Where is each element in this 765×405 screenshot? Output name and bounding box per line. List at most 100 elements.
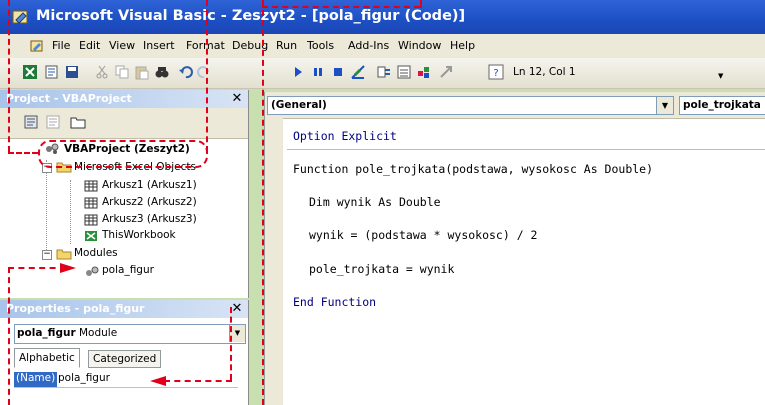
callout-line — [262, 6, 420, 8]
toolbar-options-arrow[interactable]: ▼ — [718, 72, 723, 80]
close-icon[interactable]: ✕ — [230, 92, 244, 106]
paste-icon[interactable] — [134, 64, 150, 80]
callout-arrowhead — [60, 263, 76, 273]
code-window-header: (General) ▼ pole_trojkata — [265, 92, 765, 119]
callout-line — [8, 152, 38, 154]
tree-item-arkusz1[interactable]: Arkusz1 (Arkusz1) — [102, 179, 197, 191]
project-explorer-toolbar — [0, 108, 248, 139]
menu-window[interactable]: Window — [398, 39, 441, 52]
toolbox-icon[interactable] — [438, 64, 454, 80]
code-window: (General) ▼ pole_trojkata Option Explici… — [264, 92, 765, 405]
object-combo[interactable]: (General) — [267, 96, 660, 115]
code-text: Option Explicit — [293, 129, 397, 143]
copy-icon[interactable] — [114, 64, 130, 80]
tree-item-pola-figur[interactable]: pola_figur — [102, 264, 154, 276]
run-icon[interactable] — [290, 64, 306, 80]
standard-toolbar: ? Ln 12, Col 1 ▼ — [0, 58, 765, 89]
folder-icon — [56, 249, 72, 260]
properties-header: Properties - pola_figur ✕ — [0, 300, 248, 318]
vba-app-icon — [12, 10, 28, 24]
callout-line — [164, 380, 232, 382]
callout-arrowhead — [150, 376, 166, 386]
help-icon[interactable]: ? — [488, 64, 504, 80]
excel-icon[interactable] — [22, 64, 38, 80]
menu-add-ins[interactable]: Add-Ins — [348, 39, 389, 52]
project-explorer-title: Project - VBAProject — [6, 92, 132, 105]
vba-menu-icon[interactable] — [30, 39, 44, 53]
callout-line — [420, 0, 422, 8]
menu-run[interactable]: Run — [276, 39, 297, 52]
procedure-combo-value: pole_trojkata — [683, 99, 761, 111]
properties-window-icon[interactable] — [396, 64, 412, 80]
reset-icon[interactable] — [330, 64, 346, 80]
find-icon[interactable] — [154, 64, 170, 80]
view-object-icon[interactable] — [46, 115, 60, 129]
properties-window: Properties - pola_figur ✕ pola_figur Mod… — [0, 300, 249, 405]
close-icon[interactable]: ✕ — [230, 302, 244, 316]
procedure-separator — [287, 149, 765, 150]
object-browser-icon[interactable] — [416, 64, 432, 80]
code-text: pole_trojkata = wynik — [309, 262, 455, 276]
design-mode-icon[interactable] — [350, 64, 366, 80]
project-explorer-header: Project - VBAProject ✕ — [0, 90, 248, 108]
module-icon — [86, 266, 99, 276]
menu-file[interactable]: File — [52, 39, 70, 52]
code-line-1[interactable]: Option Explicit — [293, 129, 397, 143]
menu-tools[interactable]: Tools — [307, 39, 334, 52]
cursor-position: Ln 12, Col 1 — [513, 66, 576, 78]
undo-icon[interactable] — [178, 64, 194, 80]
tab-categorized[interactable]: Categorized — [88, 350, 162, 368]
worksheet-icon — [84, 197, 98, 209]
callout-line — [8, 267, 10, 405]
save-icon[interactable] — [64, 64, 80, 80]
code-text: wynik = (podstawa * wysokosc) / 2 — [309, 228, 538, 242]
procedure-combo[interactable]: pole_trojkata — [679, 96, 765, 115]
tree-folder-modules[interactable]: Modules — [74, 247, 118, 259]
svg-text:?: ? — [493, 68, 498, 79]
object-type: Module — [79, 327, 118, 339]
properties-title: Properties - pola_figur — [6, 302, 145, 315]
menu-help[interactable]: Help — [450, 39, 475, 52]
view-code-icon[interactable] — [24, 115, 38, 129]
tree-item-thisworkbook[interactable]: ThisWorkbook — [102, 229, 176, 241]
code-text: End Function — [293, 295, 377, 309]
workbook-icon — [85, 231, 97, 241]
menu-bar: File Edit View Insert Format Debug Run T… — [0, 34, 765, 59]
menu-insert[interactable]: Insert — [143, 39, 175, 52]
object-name: pola_figur — [17, 327, 76, 339]
tree-item-arkusz3[interactable]: Arkusz3 (Arkusz3) — [102, 213, 197, 225]
code-text: Dim wynik As Double — [309, 195, 441, 209]
collapse-icon[interactable]: − — [42, 250, 52, 260]
insert-module-icon[interactable] — [44, 64, 60, 80]
property-value[interactable]: pola_figur — [58, 372, 110, 384]
code-line-6[interactable]: End Function — [293, 295, 376, 309]
code-line-2[interactable]: Function pole_trojkata(podstawa, wysokos… — [293, 162, 653, 176]
code-text: Function pole_trojkata(podstawa, wysokos… — [293, 162, 654, 176]
cut-icon[interactable] — [94, 64, 110, 80]
worksheet-icon — [84, 180, 98, 192]
properties-tabs: Alphabetic Categorized — [14, 348, 244, 368]
toggle-folders-icon[interactable] — [70, 115, 86, 129]
code-margin[interactable] — [265, 118, 283, 405]
chevron-down-icon[interactable]: ▼ — [656, 96, 674, 115]
project-explorer-icon[interactable] — [376, 64, 392, 80]
redo-icon[interactable] — [196, 64, 212, 80]
window-title: Microsoft Visual Basic - Zeszyt2 - [pola… — [36, 8, 466, 24]
code-line-4[interactable]: wynik = (podstawa * wysokosc) / 2 — [309, 228, 537, 242]
code-line-3[interactable]: Dim wynik As Double — [309, 195, 441, 209]
object-combo-value: (General) — [271, 99, 327, 111]
code-line-5[interactable]: pole_trojkata = wynik — [309, 262, 454, 276]
callout-line — [262, 0, 264, 405]
callout-line — [206, 0, 208, 152]
worksheet-icon — [84, 214, 98, 226]
tab-alphabetic[interactable]: Alphabetic — [14, 348, 80, 368]
callout-line — [8, 0, 10, 152]
tree-item-arkusz2[interactable]: Arkusz2 (Arkusz2) — [102, 196, 197, 208]
break-icon[interactable] — [310, 64, 326, 80]
menu-view[interactable]: View — [109, 39, 135, 52]
object-selector[interactable]: pola_figur Module ▼ — [14, 324, 246, 344]
callout-line — [230, 307, 232, 380]
menu-edit[interactable]: Edit — [79, 39, 100, 52]
callout-ellipse-project — [38, 140, 208, 168]
property-label: (Name) — [14, 372, 58, 387]
